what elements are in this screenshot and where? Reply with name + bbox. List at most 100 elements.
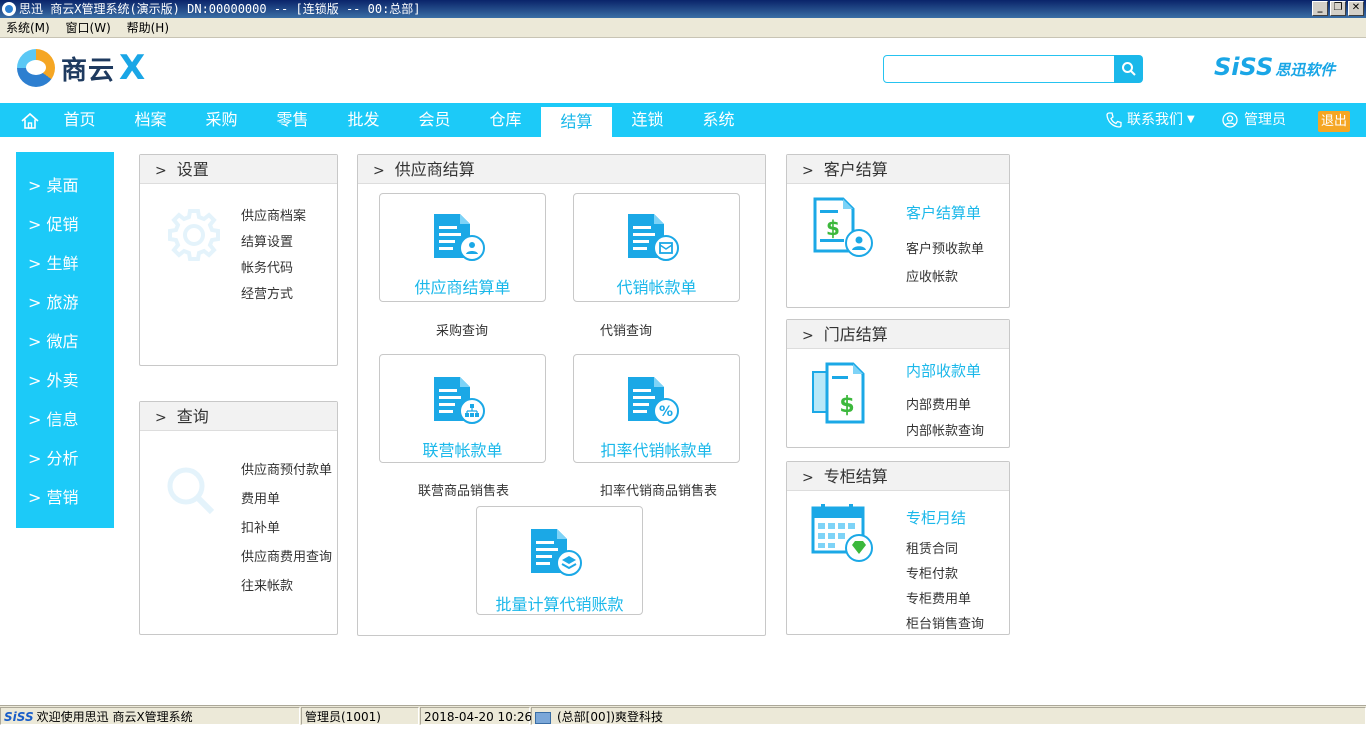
nav-warehouse[interactable]: 仓库 (470, 103, 541, 137)
chevron-down-icon: ▼ (1187, 114, 1195, 125)
link-supplier-expense-query[interactable]: 供应商费用查询 (241, 546, 332, 565)
app-header: 商云 X SiSS 思迅软件 (0, 39, 1366, 103)
svg-text:$: $ (826, 216, 840, 240)
link-business-mode[interactable]: 经营方式 (241, 283, 293, 302)
status-welcome: SiSS 欢迎使用思迅 商云X管理系统 (0, 707, 300, 725)
customer-settlement-panel: > 客户结算 $ 客户结算单 客户预收款单 应收帐款 (786, 154, 1010, 308)
nav-wholesale[interactable]: 批发 (328, 103, 399, 137)
user-menu[interactable]: 管理员 (1222, 103, 1286, 137)
card-supplier-settlement[interactable]: 供应商结算单 (379, 193, 546, 302)
search-icon (1122, 62, 1136, 76)
search-button[interactable] (1114, 55, 1143, 83)
link-expense-bill[interactable]: 费用单 (241, 488, 280, 507)
card-consignment-account[interactable]: 代销帐款单 (573, 193, 740, 302)
status-datetime: 2018-04-20 10:26 (420, 707, 532, 725)
search-box (883, 55, 1143, 83)
nav-purchase[interactable]: 采购 (186, 103, 257, 137)
user-name: 管理员 (1244, 112, 1286, 128)
internal-receipt-icon: $ (812, 362, 865, 424)
link-customer-settlement[interactable]: 客户结算单 (906, 202, 981, 223)
sidebar-item-promotion[interactable]: > 促销 (16, 205, 114, 244)
sidebar-item-microstore[interactable]: > 微店 (16, 322, 114, 361)
chevron-right-icon: > (373, 163, 385, 179)
settings-panel: > 设置 供应商档案 结算设置 帐务代码 经营方式 (139, 154, 338, 366)
settings-panel-title: 设置 (176, 160, 209, 179)
card-label: 供应商结算单 (414, 278, 511, 297)
link-internal-expense[interactable]: 内部费用单 (906, 394, 971, 413)
link-supplier-archive[interactable]: 供应商档案 (241, 205, 306, 224)
nav-system[interactable]: 系统 (683, 103, 754, 137)
contact-us-menu[interactable]: 联系我们 ▼ (1105, 103, 1195, 137)
link-counter-monthly[interactable]: 专柜月结 (906, 507, 966, 528)
menu-window[interactable]: 窗口(W) (60, 18, 117, 38)
query-panel-header: > 查询 (140, 402, 337, 431)
sidebar-item-fresh[interactable]: > 生鲜 (16, 244, 114, 283)
link-internal-receipt[interactable]: 内部收款单 (906, 360, 981, 381)
link-settlement-setting[interactable]: 结算设置 (241, 231, 293, 250)
card-joint-account[interactable]: 联营帐款单 (379, 354, 546, 463)
menu-help[interactable]: 帮助(H) (121, 18, 175, 38)
menu-system[interactable]: 系统(M) (0, 18, 56, 38)
link-customer-prepayment[interactable]: 客户预收款单 (906, 238, 984, 257)
nav-archive[interactable]: 档案 (115, 103, 186, 137)
window-title-bar: 思迅 商云X管理系统(演示版) DN:00000000 -- [连锁版 -- 0… (0, 0, 1366, 18)
chevron-right-icon: > (802, 328, 814, 344)
sidebar-item-desktop[interactable]: > 桌面 (16, 166, 114, 205)
card-batch-consignment[interactable]: 批量计算代销账款 (476, 506, 643, 615)
sidebar-item-takeout[interactable]: > 外卖 (16, 361, 114, 400)
card-label: 联营帐款单 (422, 441, 503, 460)
siss-logo-cn: 思迅软件 (1275, 61, 1336, 79)
search-input[interactable] (883, 55, 1115, 83)
supplier-settlement-panel: > 供应商结算 供应商结算单 代销帐款单 采购查询 代销查询 联营帐款单 % 扣… (357, 154, 766, 636)
link-deduction-bill[interactable]: 扣补单 (241, 517, 280, 536)
supplier-panel-header: > 供应商结算 (358, 155, 765, 184)
svg-text:%: % (659, 404, 673, 420)
restore-button[interactable]: ❐ (1330, 1, 1346, 16)
link-consignment-query[interactable]: 代销查询 (600, 320, 652, 339)
status-welcome-text: 欢迎使用思迅 商云X管理系统 (36, 710, 193, 724)
user-icon (1222, 112, 1238, 128)
siss-logo-en: SiSS (1214, 53, 1274, 81)
link-counter-expense[interactable]: 专柜费用单 (906, 588, 971, 607)
home-icon[interactable] (20, 111, 40, 131)
sidebar: > 桌面 > 促销 > 生鲜 > 旅游 > 微店 > 外卖 > 信息 > 分析 … (16, 152, 114, 528)
link-joint-sales-report[interactable]: 联营商品销售表 (418, 480, 509, 499)
link-supplier-prepayment[interactable]: 供应商预付款单 (241, 459, 332, 478)
chevron-right-icon: > (802, 470, 814, 486)
app-logo: 商云 X (17, 48, 145, 88)
network-icon (535, 711, 551, 724)
card-discount-consignment[interactable]: % 扣率代销帐款单 (573, 354, 740, 463)
link-current-accounts[interactable]: 往来帐款 (241, 575, 293, 594)
nav-home[interactable]: 首页 (44, 103, 115, 137)
sidebar-item-info[interactable]: > 信息 (16, 400, 114, 439)
app-icon (2, 2, 16, 16)
link-counter-payment[interactable]: 专柜付款 (906, 563, 958, 582)
sidebar-item-analysis[interactable]: > 分析 (16, 439, 114, 478)
link-internal-account-query[interactable]: 内部帐款查询 (906, 420, 984, 439)
close-button[interactable]: ✕ (1348, 1, 1364, 16)
link-discount-sales-report[interactable]: 扣率代销商品销售表 (600, 480, 717, 499)
store-panel-title: 门店结算 (823, 325, 888, 344)
sidebar-item-marketing[interactable]: > 营销 (16, 478, 114, 517)
calendar-diamond-icon (811, 504, 873, 562)
status-company-text: (总部[00])爽登科技 (557, 710, 663, 724)
query-panel: > 查询 供应商预付款单 费用单 扣补单 供应商费用查询 往来帐款 (139, 401, 338, 635)
magnifier-icon (167, 467, 215, 515)
link-purchase-query[interactable]: 采购查询 (436, 320, 488, 339)
sidebar-item-travel[interactable]: > 旅游 (16, 283, 114, 322)
minimize-button[interactable]: _ (1312, 1, 1328, 16)
exit-button[interactable]: 退出 (1318, 111, 1350, 132)
nav-chain[interactable]: 连锁 (612, 103, 683, 137)
card-label: 代销帐款单 (616, 278, 697, 297)
nav-retail[interactable]: 零售 (257, 103, 328, 137)
status-siss-logo: SiSS (4, 710, 34, 724)
customer-panel-header: > 客户结算 (787, 155, 1009, 184)
link-counter-sales-query[interactable]: 柜台销售查询 (906, 613, 984, 632)
nav-settlement[interactable]: 结算 (541, 107, 612, 141)
link-receivables[interactable]: 应收帐款 (906, 266, 958, 285)
link-lease-contract[interactable]: 租赁合同 (906, 538, 958, 557)
chevron-right-icon: > (155, 410, 167, 426)
nav-member[interactable]: 会员 (399, 103, 470, 137)
link-account-code[interactable]: 帐务代码 (241, 257, 293, 276)
document-percent-icon: % (628, 377, 679, 424)
